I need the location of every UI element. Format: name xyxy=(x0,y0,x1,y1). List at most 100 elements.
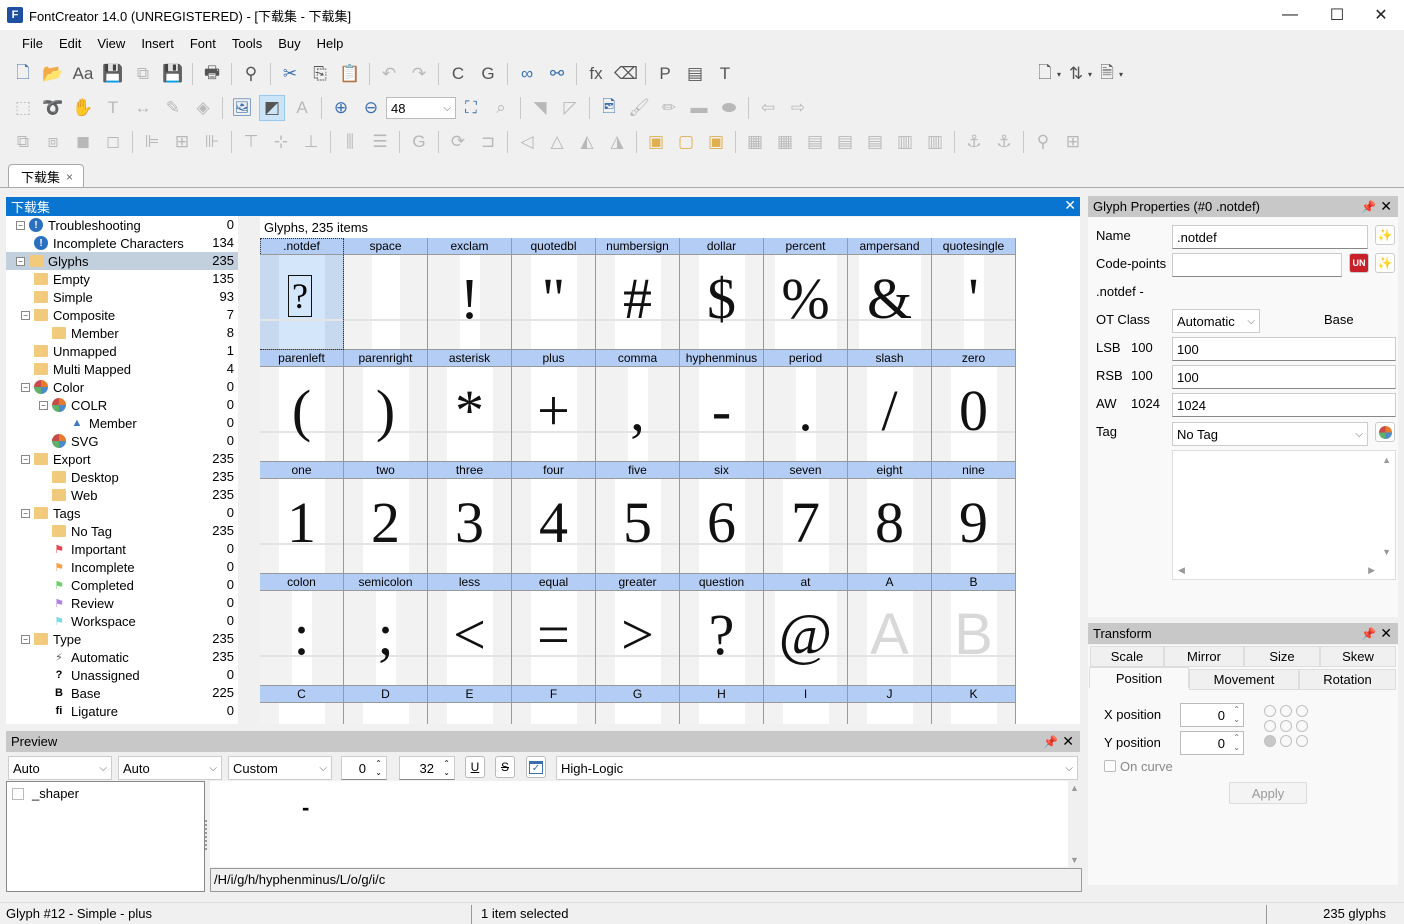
collapse-icon[interactable]: − xyxy=(21,310,30,320)
insert-glyph-icon[interactable]: G xyxy=(475,61,501,87)
tree-item[interactable]: ⚑ Completed 0 xyxy=(6,576,238,594)
save-icon[interactable]: 💾 xyxy=(100,61,126,87)
unicode-button[interactable]: UN xyxy=(1349,253,1369,273)
corner-icon[interactable]: ◥ xyxy=(527,95,553,121)
glyph-cell[interactable]: period. xyxy=(764,350,848,462)
overlap-exclude-icon[interactable]: ▣ xyxy=(703,129,729,155)
menu-file[interactable]: File xyxy=(14,36,51,51)
unlink-icon[interactable]: ⚯ xyxy=(544,61,570,87)
copy-icon[interactable]: ⎘ xyxy=(307,61,333,87)
tree-item[interactable]: Member 8 xyxy=(6,324,238,342)
ot-class-select[interactable]: Automatic ⌵ xyxy=(1172,309,1260,333)
menu-font[interactable]: Font xyxy=(182,36,224,51)
glyph-cell[interactable]: hyphenminus - xyxy=(680,350,764,462)
transform-icon[interactable]: ⊐ xyxy=(475,129,501,155)
overlap-intersect-icon[interactable]: ▢ xyxy=(673,129,699,155)
ellipse-icon[interactable]: ⬬ xyxy=(716,95,742,121)
menu-insert[interactable]: Insert xyxy=(133,36,182,51)
corner-node-icon[interactable]: ◸ xyxy=(557,95,583,121)
tab-position[interactable]: Position xyxy=(1089,667,1189,688)
rotate-right-icon[interactable]: ◮ xyxy=(604,129,630,155)
scroll-down-icon[interactable]: ▼ xyxy=(1070,855,1079,865)
tree-item[interactable]: ! Incomplete Characters 134 xyxy=(6,234,238,252)
tab-rotation[interactable]: Rotation xyxy=(1299,669,1396,690)
zoom-out-icon[interactable]: ⊖ xyxy=(358,95,384,121)
document-tab[interactable]: 下载集 × xyxy=(8,164,84,188)
tree-item[interactable]: − Type 235 xyxy=(6,630,238,648)
preview-spacing-spinner[interactable]: 0 ⌃ ⌄ xyxy=(341,756,387,780)
tree-item[interactable]: Empty 135 xyxy=(6,270,238,288)
save-as-icon[interactable]: 💾 xyxy=(160,61,186,87)
menu-tools[interactable]: Tools xyxy=(224,36,270,51)
scroll-down-icon[interactable]: ▼ xyxy=(1382,547,1391,557)
underline-button[interactable]: U xyxy=(465,756,485,778)
pen-icon[interactable]: ✎ xyxy=(160,95,186,121)
glyph-cell[interactable]: FF xyxy=(512,686,596,724)
glyph-grid-scrollbar[interactable] xyxy=(1080,216,1088,724)
glyph-cell[interactable]: BB xyxy=(932,574,1016,686)
grid-icon[interactable]: ▦ xyxy=(742,129,768,155)
glyph-cell[interactable]: comma, xyxy=(596,350,680,462)
tree-item[interactable]: SVG 0 xyxy=(6,432,238,450)
minimize-button[interactable]: — xyxy=(1267,0,1313,30)
eraser-icon[interactable]: ⌫ xyxy=(613,61,639,87)
print-icon[interactable]: 🖶 xyxy=(199,61,225,87)
align-right-icon[interactable]: ⊪ xyxy=(199,129,225,155)
previous-icon[interactable]: ⇦ xyxy=(755,95,781,121)
tab-movement[interactable]: Movement xyxy=(1189,669,1299,690)
font-properties-icon[interactable]: P xyxy=(652,61,678,87)
glyph-cell[interactable]: slash / xyxy=(848,350,932,462)
scroll-up-icon[interactable]: ▲ xyxy=(1382,455,1391,465)
spinner-arrows-icon[interactable]: ⌃ ⌄ xyxy=(375,759,382,777)
name-field[interactable]: .notdef xyxy=(1172,225,1368,249)
node-icon[interactable]: ⚲ xyxy=(1030,129,1056,155)
tree-item[interactable]: Unmapped 1 xyxy=(6,342,238,360)
glyph-cell[interactable]: numbersign # xyxy=(596,238,680,350)
tree-item[interactable]: ? Unassigned 0 xyxy=(6,666,238,684)
open-font-icon[interactable]: 📂 xyxy=(40,61,66,87)
glyph-cell[interactable]: at @ xyxy=(764,574,848,686)
menu-help[interactable]: Help xyxy=(309,36,352,51)
guides-lock-icon[interactable]: ▤ xyxy=(862,129,888,155)
glyph-cell[interactable]: exclam! xyxy=(428,238,512,350)
fit-to-window-icon[interactable]: ⛶ xyxy=(458,95,484,121)
select-rect-icon[interactable]: ⬚ xyxy=(10,95,36,121)
glyph-cell[interactable]: DD xyxy=(344,686,428,724)
fill-icon[interactable]: ◈ xyxy=(190,95,216,121)
glyph-cell[interactable]: parenleft ( xyxy=(260,350,344,462)
glyph-cell[interactable]: percent% xyxy=(764,238,848,350)
glyph-cell[interactable]: two 2 xyxy=(344,462,428,574)
lsb-field[interactable]: 100 xyxy=(1172,337,1396,361)
glyph-cell[interactable]: asterisk * xyxy=(428,350,512,462)
tab-skew[interactable]: Skew xyxy=(1320,646,1396,667)
tree-item[interactable]: B Base 225 xyxy=(6,684,238,702)
next-icon[interactable]: ⇨ xyxy=(785,95,811,121)
tree-item[interactable]: − Glyphs 235 xyxy=(6,252,238,270)
anchor-icon[interactable]: ⚓ xyxy=(961,129,987,155)
glyph-cell[interactable]: AA xyxy=(848,574,932,686)
anchor-middle-left[interactable] xyxy=(1264,720,1276,732)
collapse-icon[interactable]: − xyxy=(16,220,25,230)
glyph-cell[interactable]: quotesingle ' xyxy=(932,238,1016,350)
glyph-cell[interactable]: six 6 xyxy=(680,462,764,574)
tab-scale[interactable]: Scale xyxy=(1090,646,1164,667)
menu-buy[interactable]: Buy xyxy=(270,36,308,51)
overlap-union-icon[interactable]: ▣ xyxy=(643,129,669,155)
anchor-top-left[interactable] xyxy=(1264,705,1276,717)
tag-notes-area[interactable]: ▲ ▼ ◀ ▶ xyxy=(1172,450,1396,580)
glyph-cell[interactable]: zero 0 xyxy=(932,350,1016,462)
glyph-cell[interactable]: greater > xyxy=(596,574,680,686)
glyph-cell[interactable]: three 3 xyxy=(428,462,512,574)
glyph-cell[interactable]: KK xyxy=(932,686,1016,724)
x-position-spinner[interactable]: 0 ⌃ ⌄ xyxy=(1180,703,1244,727)
glyph-cell[interactable]: quotedbl " xyxy=(512,238,596,350)
distribute-v-icon[interactable]: ☰ xyxy=(367,129,393,155)
glyph-cell[interactable]: question? xyxy=(680,574,764,686)
formula-icon[interactable]: fx xyxy=(583,61,609,87)
glyph-cell[interactable]: EE xyxy=(428,686,512,724)
align-bottom-icon[interactable]: ⊥ xyxy=(298,129,324,155)
checkmark-button[interactable]: ✓ xyxy=(526,756,546,778)
mirror-icon[interactable]: △ xyxy=(544,129,570,155)
glyph-cell[interactable]: equal = xyxy=(512,574,596,686)
anchor-middle-center[interactable] xyxy=(1280,720,1292,732)
